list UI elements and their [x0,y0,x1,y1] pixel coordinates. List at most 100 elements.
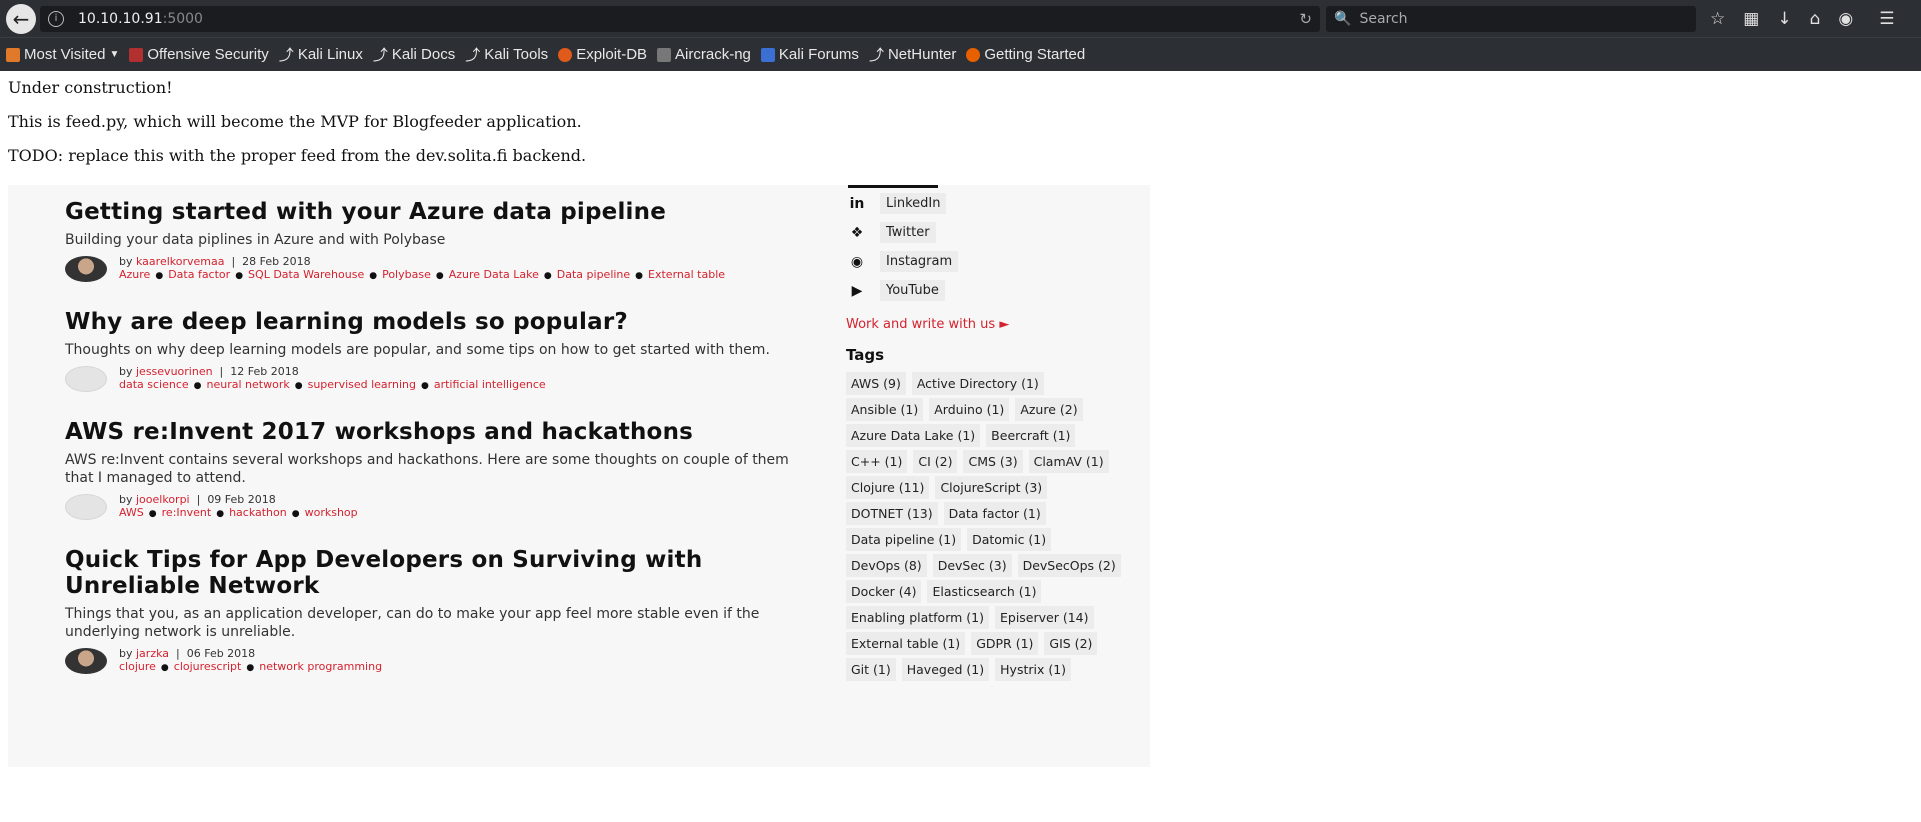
tag-chip[interactable]: GDPR (1) [971,632,1039,655]
tag-link[interactable]: clojure [119,660,156,673]
social-instagram[interactable]: ◉ Instagram [846,247,1136,276]
tag-chip[interactable]: Hystrix (1) [995,658,1072,681]
article-meta: by jooelkorpi | 09 Feb 2018 AWS ● re:Inven… [65,493,805,521]
bookmark-kali-forums[interactable]: Kali Forums [760,46,859,63]
todo-text: TODO: replace this with the proper feed … [8,146,587,165]
author-link[interactable]: jooelkorpi [136,493,190,506]
avatar [65,256,107,282]
blog-feed-frame: Getting started with your Azure data pip… [8,185,1150,767]
kali-dragon-icon: ⤴ [868,47,884,64]
tag-chip[interactable]: DevOps (8) [846,554,927,577]
tag-link[interactable]: AWS [119,506,144,519]
tag-chip[interactable]: Docker (4) [846,580,922,603]
tag-chip[interactable]: Episerver (14) [994,606,1094,629]
reading-list-icon[interactable]: ▦ [1743,9,1759,29]
home-icon[interactable]: ⌂ [1810,9,1821,29]
tag-link[interactable]: artificial intelligence [434,378,546,391]
url-bar[interactable]: i 10.10.10.91:5000 ↻ [40,5,1320,32]
tag-chip[interactable]: DOTNET (13) [846,502,938,525]
tag-chip[interactable]: CMS (3) [963,450,1023,473]
linkedin-icon: in [849,195,865,212]
work-with-us-link[interactable]: Work and write with us ► [846,317,1136,332]
article-tags: data science ● neural network ● supervised l… [119,378,546,391]
bookmark-star-icon[interactable]: ☆ [1710,9,1725,29]
bookmark-most-visited[interactable]: Most Visited ▼ [6,46,119,63]
tag-link[interactable]: supervised learning [308,378,416,391]
tag-chip[interactable]: AWS (9) [846,372,906,395]
tag-chip[interactable]: Active Directory (1) [911,372,1044,395]
tag-link[interactable]: Data factor [168,268,230,281]
tag-chip[interactable]: Clojure (11) [846,476,930,499]
tag-chip[interactable]: Haveged (1) [901,658,990,681]
article-date: 28 Feb 2018 [242,255,311,268]
article-desc: Building your data piplines in Azure and… [65,232,446,248]
tag-chip[interactable]: Azure Data Lake (1) [846,424,981,447]
kali-forums-icon [760,47,775,62]
tag-chip[interactable]: DevSecOps (2) [1017,554,1121,577]
tag-chip[interactable]: Data pipeline (1) [846,528,962,551]
bookmark-kali-docs[interactable]: ⤴ Kali Docs [373,44,455,65]
tag-link[interactable]: Azure Data Lake [449,268,539,281]
tag-chip[interactable]: Enabling platform (1) [846,606,989,629]
tag-chip[interactable]: C++ (1) [846,450,908,473]
social-linkedin[interactable]: in LinkedIn [846,189,1136,218]
tag-chip[interactable]: CI (2) [913,450,958,473]
tag-link[interactable]: data science [119,378,189,391]
pocket-icon[interactable]: ◉ [1838,9,1853,29]
tag-link[interactable]: clojurescript [174,660,242,673]
article-title[interactable]: Getting started with your Azure data pip… [65,199,805,225]
page-body: Under construction! This is feed.py, whi… [0,71,1921,185]
tag-link[interactable]: SQL Data Warehouse [248,268,364,281]
bookmark-offensive-security[interactable]: Offensive Security [129,46,269,63]
tag-chip[interactable]: Git (1) [846,658,896,681]
tag-link[interactable]: neural network [207,378,290,391]
bookmark-nethunter[interactable]: ⤴ NetHunter [869,44,956,65]
tag-link[interactable]: re:Invent [162,506,212,519]
tag-chip[interactable]: External table (1) [846,632,966,655]
tag-chip[interactable]: Datomic (1) [967,528,1052,551]
tag-chip[interactable]: Elasticsearch (1) [927,580,1042,603]
tag-chip[interactable]: Azure (2) [1015,398,1083,421]
bookmark-aircrack-ng[interactable]: Aircrack-ng [657,46,751,63]
tag-chip[interactable]: Data factor (1) [943,502,1046,525]
tag-link[interactable]: Data pipeline [557,268,630,281]
article-title[interactable]: Quick Tips for App Developers on Survivi… [65,547,785,599]
info-icon[interactable]: i [48,10,64,27]
bookmark-getting-started[interactable]: Getting Started [966,46,1085,63]
author-link[interactable]: jessevuorinen [136,365,213,378]
bookmark-kali-linux[interactable]: ⤴ Kali Linux [279,44,363,65]
article-desc: Thoughts on why deep learning models are… [65,342,770,358]
tag-chip[interactable]: Arduino (1) [929,398,1010,421]
construction-text: Under construction! [8,78,173,97]
article-date: 12 Feb 2018 [230,365,299,378]
reload-icon[interactable]: ↻ [1299,10,1312,28]
tag-chip[interactable]: ClamAV (1) [1028,450,1109,473]
menu-icon[interactable]: ☰ [1879,9,1894,29]
bookmark-exploit-db[interactable]: Exploit-DB [558,46,647,63]
social-youtube[interactable]: ▶ YouTube [846,276,1136,305]
author-link[interactable]: kaarelkorvemaa [136,255,224,268]
tag-chip[interactable]: Beercraft (1) [986,424,1076,447]
tag-chip[interactable]: ClojureScript (3) [935,476,1048,499]
bookmark-kali-tools[interactable]: ⤴ Kali Tools [465,44,548,65]
article-date: 06 Feb 2018 [186,647,256,660]
author-link[interactable]: jarzka [136,647,169,660]
social-twitter[interactable]: ❖ Twitter [846,218,1136,247]
article-title[interactable]: Why are deep learning models so popular? [65,309,805,335]
tag-chip[interactable]: DevSec (3) [932,554,1012,577]
tag-chip[interactable]: Ansible (1) [846,398,924,421]
search-input[interactable]: 🔍 Search [1326,5,1696,32]
tag-link[interactable]: network programming [259,660,382,673]
tag-link[interactable]: External table [648,268,725,281]
tag-link[interactable]: Azure [119,268,150,281]
article-item: Quick Tips for App Developers on Survivi… [65,547,805,675]
tag-link[interactable]: hackathon [229,506,287,519]
back-arrow-icon[interactable]: ← [6,3,36,34]
article-title[interactable]: AWS re:Invent 2017 workshops and hackath… [65,419,805,445]
exploit-db-icon [558,47,573,62]
tag-chip[interactable]: GIS (2) [1044,632,1098,655]
tag-link[interactable]: workshop [305,506,358,519]
feed-description-text: This is feed.py, which will become the M… [8,112,582,131]
download-icon[interactable]: ↓ [1777,9,1791,29]
tag-link[interactable]: Polybase [382,268,431,281]
